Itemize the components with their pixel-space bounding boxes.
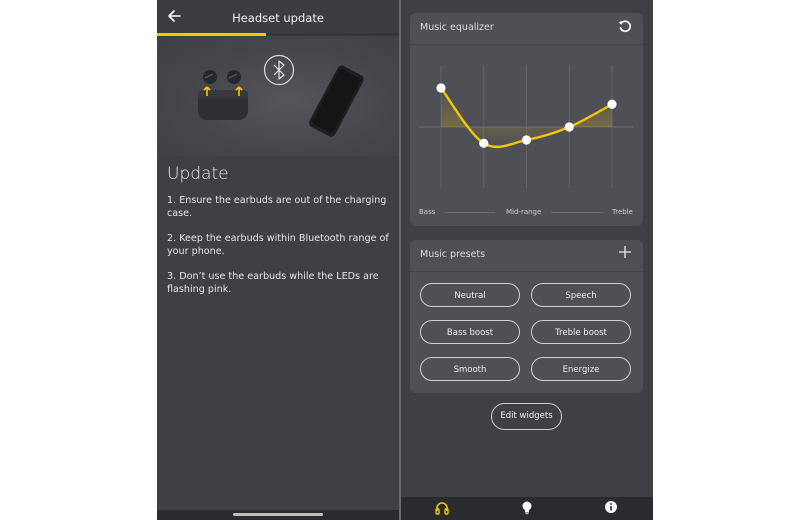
label-divider (445, 212, 495, 213)
bluetooth-icon (263, 54, 295, 86)
preset-treble-boost[interactable]: Treble boost (531, 320, 631, 344)
lightbulb-icon (522, 501, 532, 515)
plus-icon (619, 246, 631, 258)
preset-neutral[interactable]: Neutral (420, 283, 520, 307)
mid-range-label: Mid-range (506, 208, 542, 216)
home-indicator[interactable] (233, 513, 323, 516)
bass-label: Bass (419, 208, 436, 216)
phone-icon (308, 64, 365, 138)
eq-band-handle-4[interactable] (564, 122, 574, 132)
edit-widgets-button[interactable]: Edit widgets (491, 403, 562, 430)
label-divider (551, 212, 603, 213)
system-navigation-bar (157, 510, 399, 520)
equalizer-card: Music equalizer Bass Mid-range Treble (410, 13, 643, 226)
info-icon (605, 501, 617, 513)
preset-smooth[interactable]: Smooth (420, 357, 520, 381)
add-preset-button[interactable] (616, 245, 634, 263)
headphones-icon (435, 502, 449, 515)
step-item: 3. Don’t use the earbuds while the LEDs … (167, 271, 379, 295)
presets-card: Music presets Neutral Speech Bass boost … (410, 240, 643, 393)
nav-headset-tab[interactable] (432, 500, 452, 518)
step-item: 2. Keep the earbuds within Bluetooth ran… (167, 233, 389, 257)
bottom-navigation (401, 497, 653, 520)
nav-discover-tab[interactable] (517, 500, 537, 518)
section-title: Update (167, 164, 229, 184)
preset-energize[interactable]: Energize (531, 357, 631, 381)
nav-info-tab[interactable] (601, 500, 621, 518)
earbuds-case-icon (198, 70, 248, 120)
equalizer-graph[interactable] (410, 13, 643, 203)
preset-speech[interactable]: Speech (531, 283, 631, 307)
eq-band-handle-3[interactable] (521, 135, 532, 145)
eq-band-handle-1[interactable] (436, 83, 446, 93)
eq-band-handle-5[interactable] (607, 99, 617, 109)
eq-band-handle-2[interactable] (479, 138, 489, 148)
presets-header: Music presets (410, 240, 643, 272)
headset-update-screen: Headset update Update 1. Ensure the earb… (157, 0, 399, 520)
top-app-bar: Headset update (157, 0, 399, 36)
step-item: 1. Ensure the earbuds are out of the cha… (167, 195, 387, 219)
update-illustration (157, 36, 399, 156)
preset-bass-boost[interactable]: Bass boost (420, 320, 520, 344)
update-steps: 1. Ensure the earbuds are out of the cha… (167, 194, 395, 308)
page-title: Headset update (232, 11, 324, 25)
sound-settings-screen: Music equalizer Bass Mid-range Treble Mu… (401, 0, 653, 520)
treble-label: Treble (612, 208, 633, 216)
presets-title: Music presets (420, 249, 486, 260)
